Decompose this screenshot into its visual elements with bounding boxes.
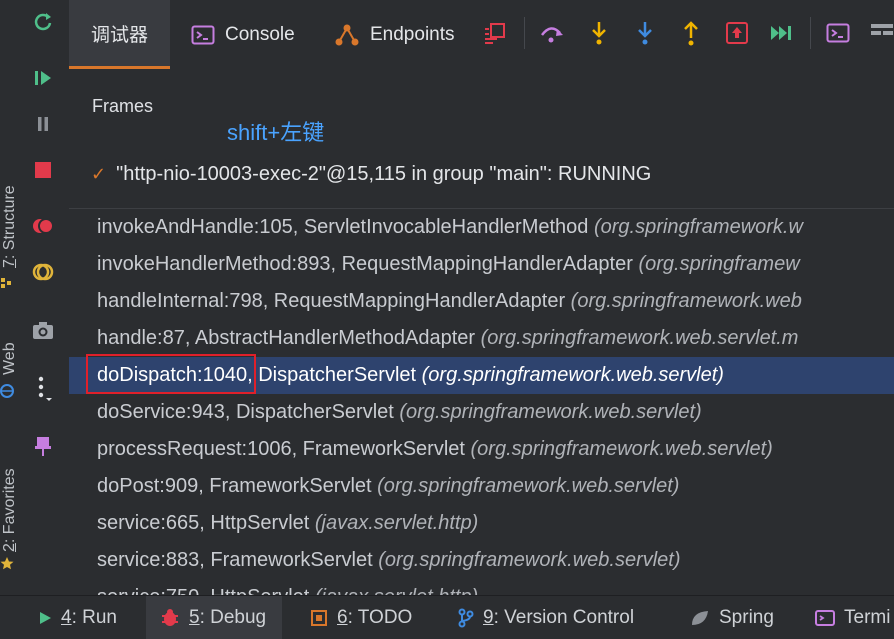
bottom-tab-spring[interactable]: Spring [690,596,774,639]
frames-title: Frames [92,96,154,116]
console-icon [191,24,215,46]
step-over-icon [541,27,563,43]
step-out-icon [684,21,698,46]
stop-icon [35,162,51,178]
bug-icon [160,608,180,628]
force-step-into-icon [638,22,652,45]
step-out-button[interactable] [678,20,704,46]
branch-icon [458,608,474,628]
terminal-icon [815,609,835,627]
structure-icon [0,276,14,290]
pause-button[interactable] [29,110,57,138]
breakpoints-icon [33,218,54,234]
frame-item[interactable]: handle:87, AbstractHandlerMethodAdapter … [69,320,894,357]
globe-icon [0,384,14,398]
rerun-icon [34,13,52,31]
step-into-button[interactable] [586,20,612,46]
checkmark-icon: ✓ [91,164,107,184]
view-breakpoints-button[interactable] [29,212,57,240]
frame-item[interactable]: handleInternal:798, RequestMappingHandle… [69,283,894,320]
left-side-strip: 7: Structure Web 2: Favorites [0,0,18,595]
bottom-tool-bar: 4: Run 5: Debug 6: TODO 9: Version Contr… [0,595,894,639]
thread-selector[interactable]: ✓ "http-nio-10003-exec-2"@15,115 in grou… [91,163,651,186]
bottom-tab-todo[interactable]: 6: TODO [310,596,412,639]
frame-item[interactable]: service:883, FrameworkServlet (org.sprin… [69,542,894,579]
frame-item[interactable]: service:750, HttpServlet (javax.servlet.… [69,579,894,595]
frame-item[interactable]: processRequest:1006, FrameworkServlet (o… [69,431,894,468]
camera-icon [33,322,53,339]
stop-button[interactable] [29,156,57,184]
endpoints-icon [334,23,360,47]
more-vertical-icon [38,376,52,401]
drop-frame-button[interactable] [724,20,750,46]
todo-icon [310,609,328,627]
tab-endpoints[interactable]: Endpoints [334,0,455,69]
force-step-into-button[interactable] [632,20,658,46]
frame-item[interactable]: doPost:909, FrameworkServlet (org.spring… [69,468,894,505]
pin-tab-button[interactable] [29,432,57,460]
bottom-tab-run[interactable]: 4: Run [38,596,117,639]
screenshot-button[interactable] [29,316,57,344]
toolbar-separator [810,17,811,49]
bottom-tab-terminal[interactable]: Termi [815,596,890,639]
frame-item[interactable]: invokeHandlerMethod:893, RequestMappingH… [69,246,894,283]
frames-panel: Frames shift+左键 ✓ "http-nio-10003-exec-2… [69,69,894,595]
rerun-button[interactable] [29,8,57,36]
pin-icon [35,437,51,456]
mute-breakpoints-button[interactable] [29,258,57,286]
execution-point-icon [485,23,505,44]
evaluate-icon [826,23,850,43]
thread-label: "http-nio-10003-exec-2"@15,115 in group … [116,163,652,185]
frame-item[interactable]: doService:943, DispatcherServlet (org.sp… [69,394,894,431]
star-icon [0,556,14,570]
resume-button[interactable] [29,64,57,92]
run-icon [38,610,52,626]
more-options-button[interactable] [29,374,57,402]
run-to-cursor-button[interactable] [768,20,794,46]
step-into-icon [592,22,606,45]
step-over-button[interactable] [539,20,565,46]
debug-tool-window: 7: Structure Web 2: Favorites 调试器 Consol… [0,0,894,639]
toolbar-separator [524,17,525,49]
frame-list: invokeAndHandle:105, ServletInvocableHan… [69,208,894,595]
pause-icon [38,117,48,131]
resume-icon [35,71,51,85]
grid-icon [871,24,893,35]
annotation-hint: shift+左键 [227,120,325,145]
mute-breakpoints-icon [32,263,54,281]
debugger-side-toolbar [17,0,70,595]
run-to-cursor-icon [771,26,791,40]
frame-item[interactable]: service:665, HttpServlet (javax.servlet.… [69,505,894,542]
bottom-tab-debug[interactable]: 5: Debug [146,596,283,639]
debug-top-toolbar: 调试器 Console Endpoints [69,0,894,69]
highlight-box [86,354,256,394]
tab-console[interactable]: Console [191,0,295,69]
spring-leaf-icon [690,609,710,627]
show-execution-point-button[interactable] [482,20,508,46]
bottom-tab-version-control[interactable]: 9: Version Control [458,596,634,639]
evaluate-expression-button[interactable] [825,20,851,46]
tab-debugger[interactable]: 调试器 [69,0,171,69]
layout-settings-button[interactable] [869,20,894,46]
frame-item[interactable]: invokeAndHandle:105, ServletInvocableHan… [69,209,894,246]
drop-frame-icon [726,22,748,44]
